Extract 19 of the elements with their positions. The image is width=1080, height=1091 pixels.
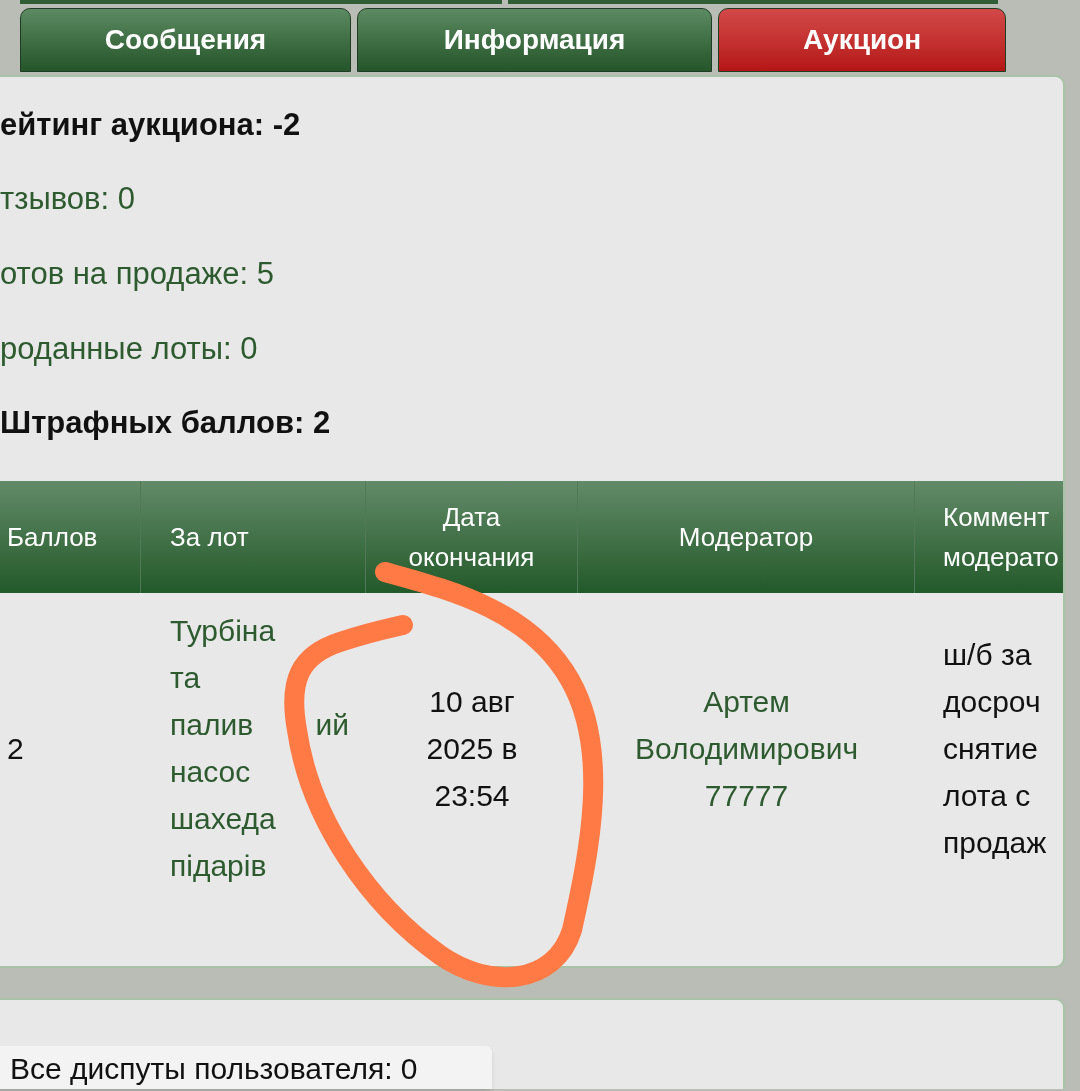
tab[interactable]: Аукцион <box>718 8 1006 72</box>
tab[interactable]: Информация <box>357 8 712 72</box>
disputes-label: Все диспуты пользователя: 0 <box>0 1046 492 1089</box>
column-header: Баллов <box>6 521 98 554</box>
column-header: Модератор <box>678 521 814 554</box>
table-cell-text: ш/б за досроч снятие лота с продаж <box>942 636 1047 861</box>
rating-heading: ейтинг аукциона: -2 <box>0 106 301 144</box>
lot-link[interactable]: Артем Володимирович 77777 <box>634 677 859 819</box>
column-header: Дата окончания <box>408 501 535 574</box>
penalty-heading: Штрафных баллов: 2 <box>0 404 331 442</box>
stat-link[interactable]: отов на продаже: 5 <box>0 254 275 294</box>
tab[interactable]: Сообщения <box>20 8 351 72</box>
column-header: Коммент модерато <box>942 501 1059 574</box>
lot-link[interactable]: Турбіна та палив ий насос шахеда підарів <box>141 607 349 889</box>
table-cell-text: 2 <box>6 730 24 767</box>
table-cell-text: 10 авг 2025 в 23:54 <box>426 683 518 814</box>
column-header: За лот <box>169 521 249 554</box>
stat-link[interactable]: тзывов: 0 <box>0 179 135 219</box>
stat-link[interactable]: роданные лоты: 0 <box>0 329 258 369</box>
